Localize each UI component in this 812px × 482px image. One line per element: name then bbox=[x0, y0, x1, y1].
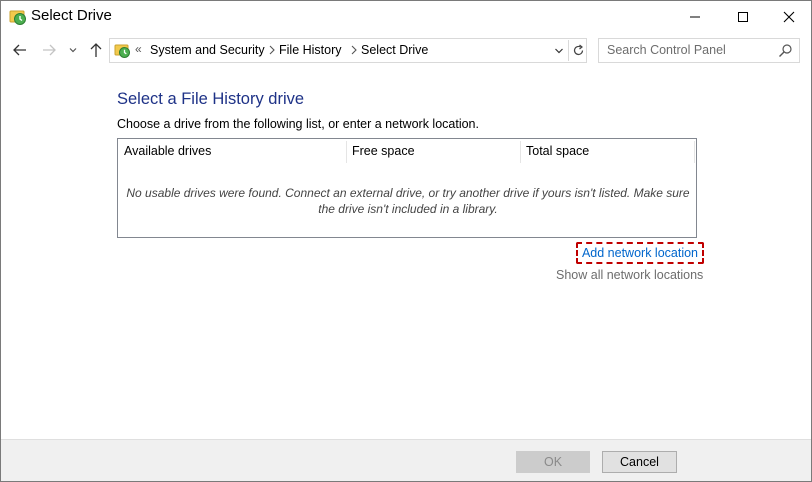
control-panel-icon bbox=[114, 42, 131, 59]
select-drive-window: Select Drive « System and Security File … bbox=[0, 0, 812, 482]
chevron-right-icon bbox=[269, 45, 275, 55]
navigation-bar: « System and Security File History Selec… bbox=[1, 35, 811, 65]
close-icon bbox=[783, 11, 795, 22]
dialog-footer: OK Cancel bbox=[1, 439, 811, 481]
window-title: Select Drive bbox=[31, 7, 112, 24]
drive-list[interactable]: Available drives Free space Total space … bbox=[117, 138, 697, 238]
up-arrow-icon bbox=[90, 43, 102, 57]
chevron-right-icon bbox=[351, 45, 357, 55]
minimize-icon bbox=[690, 16, 700, 17]
maximize-icon bbox=[738, 11, 748, 22]
chevron-down-icon bbox=[555, 48, 563, 54]
back-arrow-icon bbox=[13, 44, 26, 56]
title-bar[interactable]: Select Drive bbox=[1, 1, 811, 32]
ok-button[interactable]: OK bbox=[516, 451, 590, 473]
add-network-location-link[interactable]: Add network location bbox=[576, 242, 704, 264]
recent-locations-button[interactable] bbox=[64, 39, 82, 61]
forward-arrow-icon bbox=[43, 44, 56, 56]
column-divider[interactable] bbox=[694, 141, 695, 163]
file-history-icon bbox=[9, 8, 27, 26]
search-box[interactable]: Search Control Panel bbox=[598, 38, 800, 63]
cancel-button[interactable]: Cancel bbox=[602, 451, 677, 473]
refresh-button[interactable] bbox=[568, 40, 587, 61]
up-button[interactable] bbox=[86, 39, 106, 61]
column-header-free-space[interactable]: Free space bbox=[346, 139, 520, 163]
maximize-button[interactable] bbox=[720, 1, 766, 32]
breadcrumb-file-history[interactable]: File History bbox=[279, 43, 342, 57]
minimize-button[interactable] bbox=[672, 1, 718, 32]
refresh-icon bbox=[573, 44, 583, 56]
address-overflow-button[interactable]: « bbox=[135, 42, 142, 56]
close-button[interactable] bbox=[766, 1, 812, 32]
search-input[interactable]: Search Control Panel bbox=[607, 43, 726, 57]
empty-list-message: No usable drives were found. Connect an … bbox=[126, 186, 690, 216]
forward-button[interactable] bbox=[39, 39, 59, 61]
page-title: Select a File History drive bbox=[117, 90, 305, 108]
column-header-total-space[interactable]: Total space bbox=[520, 139, 694, 163]
address-dropdown-button[interactable] bbox=[550, 41, 568, 61]
back-button[interactable] bbox=[10, 39, 30, 61]
breadcrumb-system-and-security[interactable]: System and Security bbox=[150, 43, 265, 57]
address-bar[interactable]: « System and Security File History Selec… bbox=[109, 38, 587, 63]
search-icon[interactable] bbox=[778, 43, 793, 58]
show-all-network-locations-link[interactable]: Show all network locations bbox=[556, 268, 703, 282]
breadcrumb-select-drive[interactable]: Select Drive bbox=[361, 43, 428, 57]
chevron-down-icon bbox=[69, 48, 77, 53]
instruction-text: Choose a drive from the following list, … bbox=[117, 117, 479, 131]
column-header-available-drives[interactable]: Available drives bbox=[118, 139, 346, 163]
